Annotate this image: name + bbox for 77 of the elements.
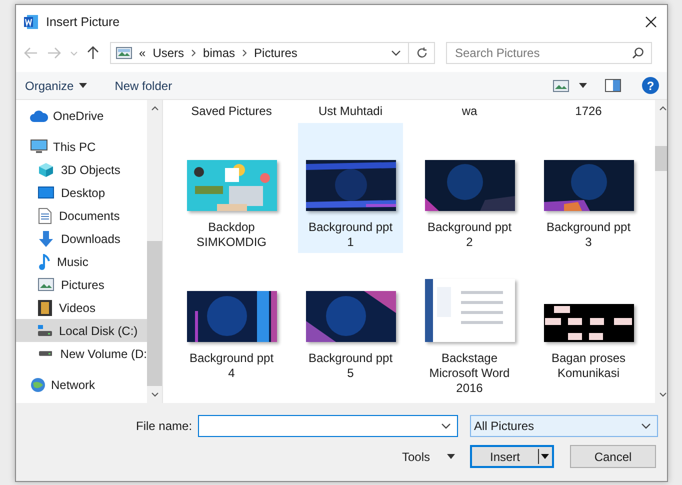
scroll-up-icon[interactable] [658, 106, 666, 111]
drive-icon [39, 351, 52, 356]
chevron-down-icon[interactable] [441, 423, 451, 429]
file-item[interactable]: Backdop SIMKOMDIG [179, 123, 284, 253]
film-strip-icon [38, 300, 52, 316]
file-item[interactable]: 1726 [536, 100, 641, 122]
file-item[interactable]: wa [417, 100, 522, 122]
file-name-field[interactable] [198, 415, 458, 437]
sidebar-item[interactable]: Network [16, 373, 147, 396]
file-item[interactable]: Background ppt 3 [536, 123, 641, 253]
pictures-icon [38, 278, 54, 291]
word-icon [23, 14, 39, 30]
cube-icon [38, 162, 54, 178]
scroll-up-icon[interactable] [150, 106, 158, 111]
chevron-down-icon[interactable] [641, 423, 651, 429]
sidebar-item[interactable]: Local Disk (C:) [16, 319, 147, 342]
sidebar-item[interactable]: Downloads [16, 227, 147, 250]
refresh-icon[interactable] [416, 47, 428, 59]
chevron-down-icon[interactable] [391, 50, 401, 56]
sidebar-item[interactable]: This PC [16, 135, 147, 158]
scroll-thumb[interactable] [147, 241, 162, 386]
drive-icon [38, 325, 52, 336]
sidebar-item[interactable]: Desktop [16, 181, 147, 204]
file-item[interactable]: Bagan proses Komunikasi [536, 254, 641, 397]
download-arrow-icon [38, 230, 54, 246]
scroll-down-icon[interactable] [658, 392, 666, 397]
desktop-icon [38, 186, 54, 200]
breadcrumb[interactable]: Pictures [254, 46, 298, 60]
sidebar-item[interactable]: 3D Objects [16, 158, 147, 181]
sidebar-item[interactable]: Videos [16, 296, 147, 319]
help-button[interactable]: ? [642, 77, 659, 94]
insert-button[interactable]: Insert [470, 445, 554, 468]
caret-icon[interactable] [447, 454, 456, 459]
file-item[interactable]: Saved Pictures [179, 100, 284, 122]
file-item[interactable]: Backstage Microsoft Word 2016 [417, 254, 522, 397]
preview-pane-icon[interactable] [605, 79, 621, 92]
monitor-icon [30, 139, 48, 154]
scrollbar[interactable] [655, 100, 667, 403]
address-bar[interactable]: « Users bimas Pictures [110, 42, 435, 64]
field-label: File name: [136, 419, 194, 433]
scroll-thumb[interactable] [655, 146, 667, 171]
organize-button[interactable]: Organize [25, 78, 74, 92]
window-title: Insert Picture [46, 15, 120, 29]
view-icon[interactable] [553, 80, 569, 92]
breadcrumb[interactable]: Users [152, 46, 184, 60]
file-item[interactable]: Background ppt 4 [179, 254, 284, 397]
caret-icon[interactable] [579, 83, 587, 88]
sidebar-item[interactable]: Documents [16, 204, 147, 227]
sidebar-item[interactable]: Music [16, 250, 147, 273]
tools-button[interactable]: Tools [402, 450, 430, 464]
overflow-marker[interactable]: « [139, 46, 146, 60]
sidebar-item[interactable]: New Volume (D: [16, 342, 147, 365]
file-item[interactable]: Ust Muhtadi [298, 100, 403, 122]
document-icon [38, 208, 52, 224]
cloud-icon [30, 110, 48, 122]
music-note-icon [38, 254, 50, 270]
sidebar-item[interactable]: OneDrive [16, 104, 147, 127]
cancel-button[interactable]: Cancel [570, 445, 656, 468]
caret-icon[interactable] [541, 454, 550, 459]
file-type-dropdown[interactable]: All Pictures [470, 415, 658, 437]
up-arrow-icon[interactable] [87, 46, 99, 60]
chevron-right-icon[interactable] [242, 49, 248, 57]
sidebar-item[interactable]: Pictures [16, 273, 147, 296]
search-icon [632, 47, 644, 59]
scrollbar[interactable] [147, 100, 162, 403]
search-field[interactable]: Search Pictures [446, 42, 652, 64]
scroll-down-icon[interactable] [150, 392, 158, 397]
file-item[interactable]: Background ppt 1 [298, 123, 403, 253]
close-icon[interactable] [645, 16, 657, 28]
chevron-right-icon[interactable] [191, 49, 196, 57]
breadcrumb[interactable]: bimas [203, 46, 236, 60]
caret-icon[interactable] [78, 83, 87, 88]
new-folder-button[interactable]: New folder [114, 78, 172, 92]
file-item[interactable]: Background ppt 2 [417, 123, 522, 253]
file-item[interactable]: Background ppt 5 [298, 254, 403, 397]
pictures-icon [116, 47, 132, 59]
globe-icon [30, 376, 46, 392]
